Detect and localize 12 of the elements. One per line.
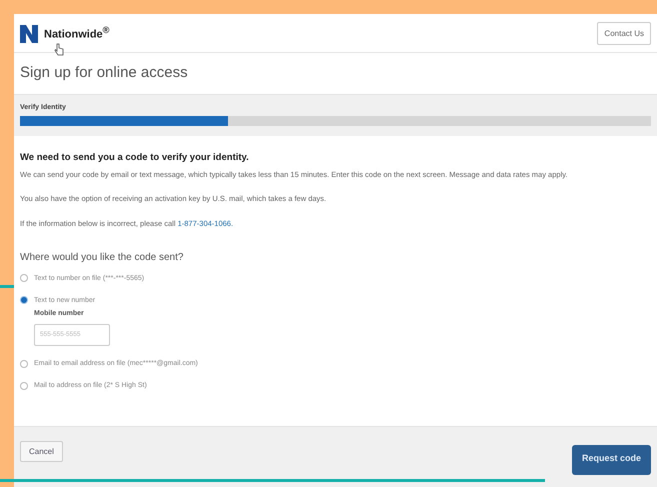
contact-button[interactable]: Contact Us xyxy=(597,22,651,44)
cancel-button[interactable]: Cancel xyxy=(20,441,63,462)
radio-button[interactable] xyxy=(20,274,28,282)
logo-text[interactable]: Nationwide$^{®}$ xyxy=(44,25,110,41)
radio-button[interactable] xyxy=(20,382,28,390)
page-title: Sign up for online access xyxy=(19,63,189,83)
radio-button[interactable] xyxy=(20,296,28,304)
hand-cursor-icon xyxy=(54,43,64,56)
section-heading: We need to send you a code to verify your identity. xyxy=(20,152,250,163)
radio-button[interactable] xyxy=(20,360,28,368)
request-code-button[interactable]: Request code xyxy=(572,445,651,475)
question-label: Where would you like the code sent? xyxy=(20,252,184,264)
